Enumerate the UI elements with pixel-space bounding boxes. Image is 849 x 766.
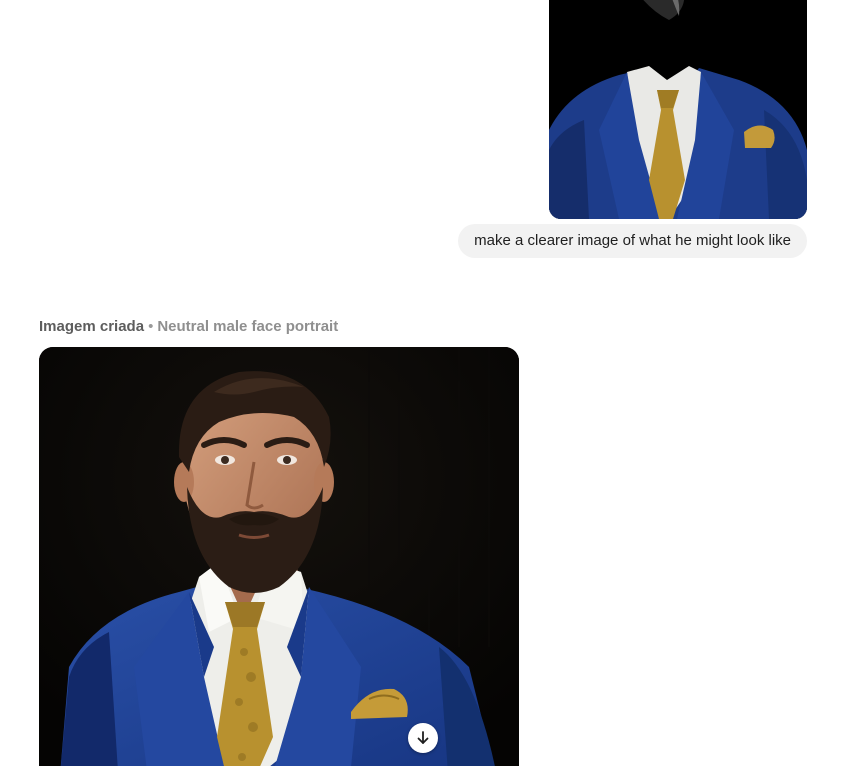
uploaded-image[interactable] (549, 0, 807, 219)
generated-image-art (39, 347, 519, 766)
arrow-down-circle-icon (417, 731, 429, 744)
image-title: Neutral male face portrait (157, 318, 339, 335)
chat-page: make a clearer image of what he might lo… (0, 0, 849, 766)
user-message-bubble: make a clearer image of what he might lo… (458, 224, 807, 258)
user-message-text: make a clearer image of what he might lo… (474, 232, 791, 249)
download-button[interactable] (408, 723, 438, 753)
image-caption: Imagem criada • Neutral male face portrait (39, 318, 338, 336)
image-created-label: Imagem criada (39, 318, 145, 335)
caption-separator: • (148, 318, 154, 335)
uploaded-image-art (549, 0, 807, 219)
generated-image[interactable] (39, 347, 519, 766)
